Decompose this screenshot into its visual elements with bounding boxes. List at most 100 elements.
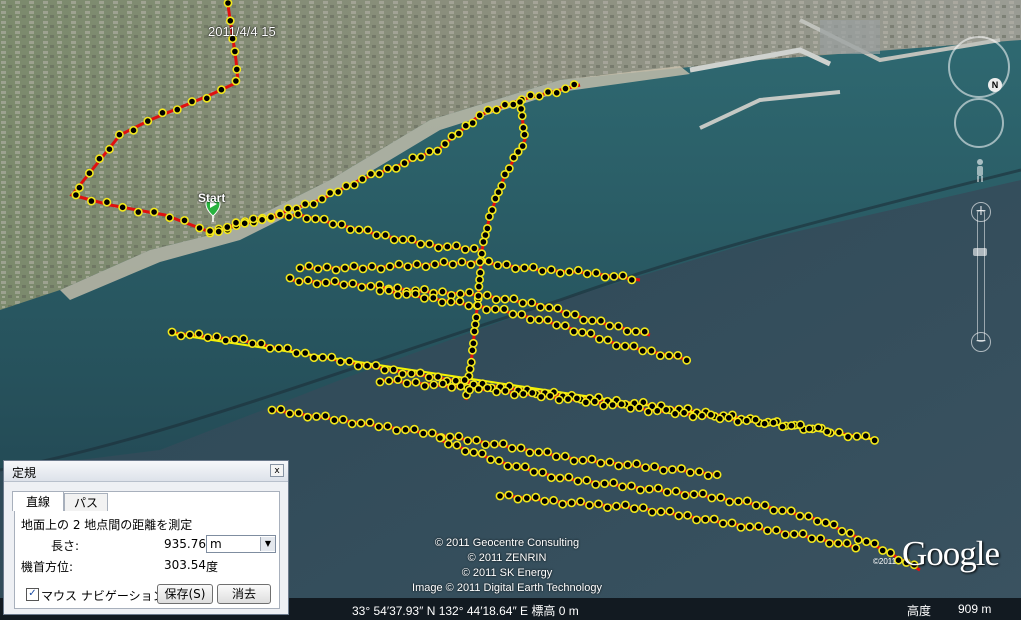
track-marker (322, 262, 332, 272)
track-marker (443, 439, 453, 449)
track-marker (862, 537, 871, 547)
mouse-navigation-label: マウス ナビゲーション (41, 589, 165, 603)
unit-select[interactable]: m ▼ (206, 535, 276, 553)
track-marker (706, 410, 716, 420)
track-marker (833, 538, 843, 548)
track-marker (311, 214, 320, 224)
street-view-pegman-icon[interactable] (974, 158, 986, 182)
track-marker (424, 372, 434, 382)
track-marker (515, 97, 525, 107)
track-marker (554, 395, 564, 405)
track-marker (347, 419, 357, 429)
track-marker (685, 468, 695, 477)
track-marker (780, 530, 790, 539)
track-marker (552, 88, 562, 98)
track-marker (665, 506, 675, 516)
track-marker (549, 495, 558, 505)
ruler-titlebar[interactable]: 定規 x (4, 461, 288, 482)
track-marker (172, 105, 182, 114)
track-marker (577, 327, 587, 337)
north-indicator-icon[interactable]: N (988, 78, 1002, 92)
track-marker (825, 539, 834, 548)
zoom-out-button[interactable]: − (971, 332, 991, 352)
track-marker (464, 301, 474, 311)
track-marker (394, 259, 404, 269)
track-marker (321, 278, 331, 287)
track-marker (517, 111, 527, 121)
track-marker (585, 500, 594, 510)
mouse-navigation-checkbox[interactable]: ✓ (26, 588, 39, 601)
track-marker (475, 268, 485, 278)
zoom-slider-thumb[interactable] (973, 248, 987, 256)
track-marker (325, 188, 335, 198)
length-value: 935.76 (164, 537, 206, 551)
track-marker (760, 500, 770, 510)
credit-line: © 2011 ZENRIN (467, 552, 547, 564)
track-marker (553, 303, 563, 313)
track-marker (617, 399, 626, 409)
track-marker (490, 194, 500, 203)
track-marker (408, 153, 418, 162)
zoom-slider-track[interactable] (977, 210, 985, 342)
track-marker (529, 262, 538, 272)
track-marker (403, 262, 413, 271)
track-marker (600, 272, 610, 282)
track-marker (341, 181, 351, 191)
track-marker (536, 302, 545, 312)
track-marker (664, 351, 674, 360)
track-marker (371, 360, 381, 370)
track-marker (692, 515, 701, 525)
track-marker (455, 296, 465, 306)
track-marker (475, 110, 485, 120)
track-marker (452, 440, 462, 450)
track-marker (674, 511, 684, 521)
tab-path[interactable]: パス (64, 493, 108, 511)
track-marker (632, 459, 641, 469)
track-marker (578, 455, 588, 465)
chevron-down-icon[interactable]: ▼ (260, 537, 275, 551)
track-marker (309, 353, 319, 363)
track-marker (367, 261, 377, 271)
track-marker (420, 381, 430, 391)
track-marker (579, 315, 588, 325)
track-marker (878, 546, 888, 555)
track-marker (683, 510, 692, 520)
track-marker (194, 329, 204, 339)
track-marker (427, 428, 437, 438)
track-marker (733, 417, 743, 427)
port-facility (820, 20, 880, 54)
timestamp-label: 2011/4/4 15 (208, 24, 276, 39)
close-button[interactable]: x (270, 464, 284, 477)
track-marker (239, 334, 248, 344)
track-marker (212, 332, 222, 341)
track-marker (481, 440, 490, 449)
clear-button[interactable]: 消去 (217, 584, 271, 604)
track-marker (647, 507, 657, 517)
track-marker (512, 461, 521, 471)
track-marker (313, 264, 323, 274)
zoom-in-button[interactable]: + (971, 202, 991, 222)
track-marker (751, 500, 761, 510)
track-marker (222, 222, 232, 232)
track-marker (842, 538, 852, 548)
track-marker (608, 400, 617, 410)
tab-line[interactable]: 直線 (12, 491, 64, 511)
track-marker (393, 290, 403, 300)
track-marker (516, 443, 526, 453)
track-marker (787, 421, 796, 431)
track-marker (285, 273, 295, 283)
track-marker (572, 393, 582, 403)
track-marker (537, 266, 547, 276)
track-marker (478, 237, 488, 247)
track-marker (469, 243, 479, 253)
track-marker (829, 520, 839, 529)
track-marker (751, 415, 760, 425)
track-marker (778, 422, 787, 432)
track-marker (522, 493, 532, 503)
track-marker (499, 304, 509, 314)
track-marker (861, 431, 871, 441)
unit-value: m (210, 537, 222, 551)
look-joystick[interactable] (954, 98, 1004, 148)
track-marker (438, 287, 447, 297)
save-button[interactable]: 保存(S) (157, 584, 213, 604)
